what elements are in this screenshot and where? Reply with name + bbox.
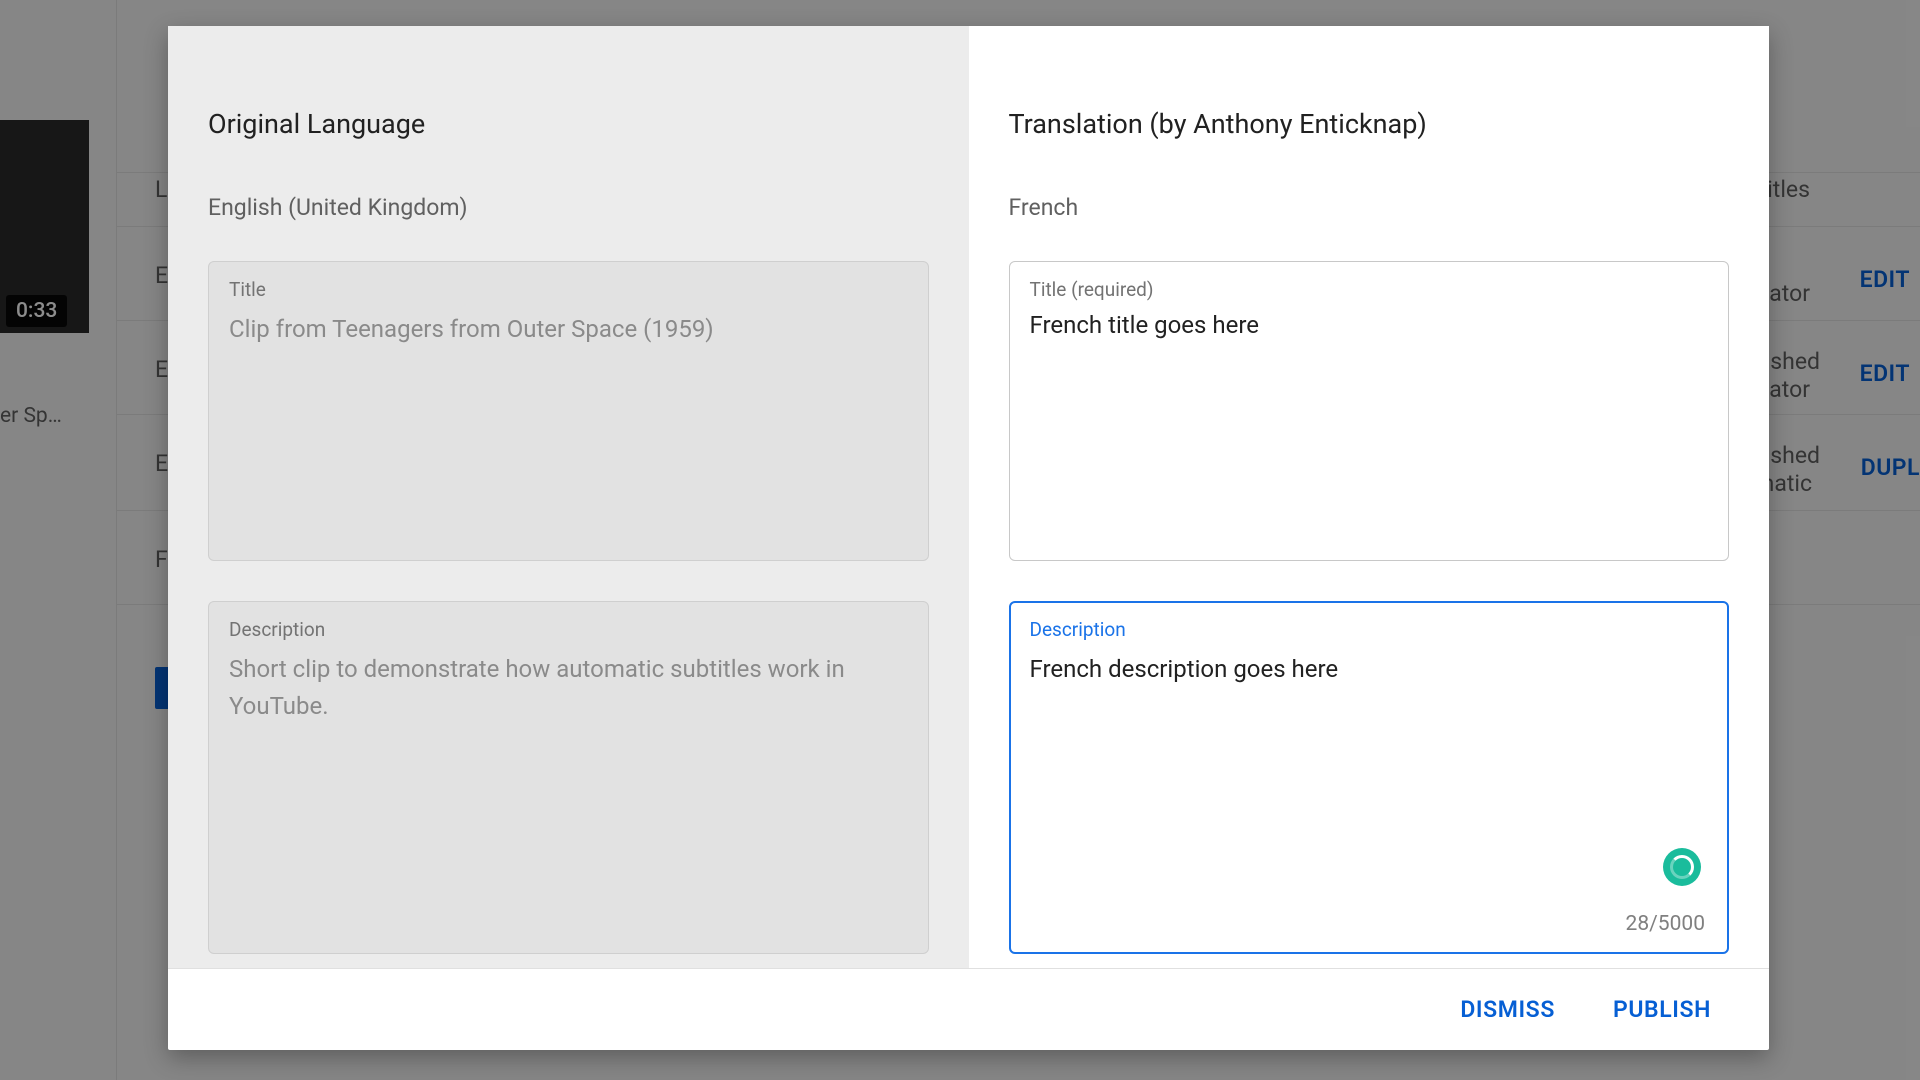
translation-pane: Translation (by Anthony Enticknap) Frenc… — [969, 26, 1770, 968]
translation-description-label: Description — [1030, 618, 1709, 641]
original-description-value: Short clip to demonstrate how automatic … — [229, 651, 908, 725]
dismiss-button[interactable]: DISMISS — [1442, 984, 1573, 1035]
translation-dialog: Original Language English (United Kingdo… — [168, 26, 1769, 1050]
translation-description-field[interactable]: Description 28/5000 — [1009, 601, 1730, 954]
translation-language-label: French — [1009, 194, 1730, 221]
original-description-label: Description — [229, 618, 908, 641]
dialog-body: Original Language English (United Kingdo… — [168, 26, 1769, 968]
character-count: 28/5000 — [1626, 912, 1705, 936]
translation-title-label: Title (required) — [1030, 278, 1709, 301]
original-language-pane: Original Language English (United Kingdo… — [168, 26, 969, 968]
loading-spinner-icon — [1663, 848, 1701, 886]
original-title-field: Title Clip from Teenagers from Outer Spa… — [208, 261, 929, 561]
publish-button[interactable]: PUBLISH — [1595, 984, 1729, 1035]
original-title-value: Clip from Teenagers from Outer Space (19… — [229, 311, 908, 348]
dialog-footer: DISMISS PUBLISH — [168, 968, 1769, 1050]
translation-heading: Translation (by Anthony Enticknap) — [1009, 108, 1730, 140]
original-description-field: Description Short clip to demonstrate ho… — [208, 601, 929, 954]
original-title-label: Title — [229, 278, 908, 301]
original-language-label: English (United Kingdom) — [208, 194, 929, 221]
translation-description-input[interactable] — [1030, 651, 1709, 851]
translation-title-input[interactable] — [1030, 311, 1709, 339]
original-heading: Original Language — [208, 108, 929, 140]
translation-title-field[interactable]: Title (required) — [1009, 261, 1730, 561]
